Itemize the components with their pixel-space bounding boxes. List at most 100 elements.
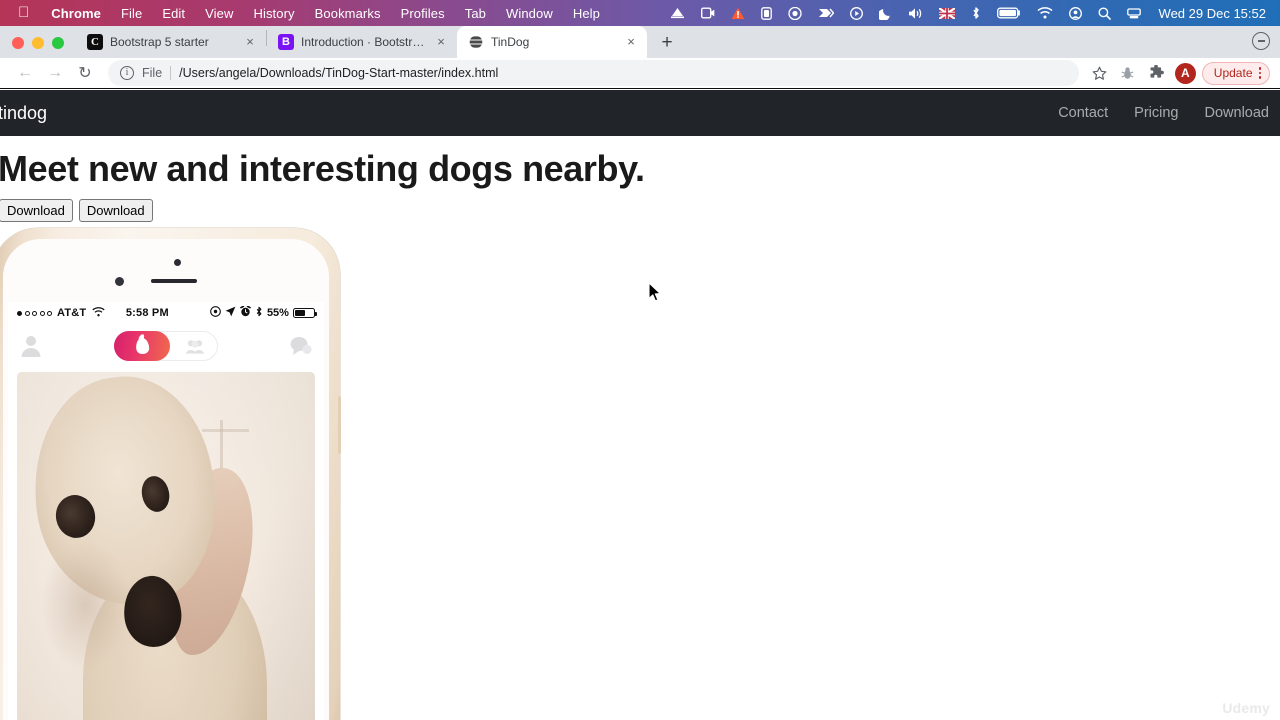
browser-tab-tindog[interactable]: TinDog × xyxy=(457,26,647,58)
menu-bar-clock[interactable]: Wed 29 Dec 15:52 xyxy=(1149,6,1270,21)
do-not-disturb-moon-icon[interactable] xyxy=(871,0,900,26)
bookmark-star-icon[interactable] xyxy=(1087,60,1113,86)
menu-bar-left:  Chrome File Edit View History Bookmark… xyxy=(10,5,610,21)
battery-widget-icon[interactable] xyxy=(753,0,780,26)
browser-tab-bootstrap-intro[interactable]: B Introduction · Bootstrap v5.1 × xyxy=(267,26,457,58)
ios-wifi-icon xyxy=(92,306,105,320)
menu-item-file[interactable]: File xyxy=(111,6,152,21)
control-center-icon[interactable] xyxy=(1061,0,1090,26)
collapse-icon[interactable] xyxy=(1252,32,1270,50)
site-nav-links: Contact Pricing Download xyxy=(1045,105,1274,121)
menu-item-help[interactable]: Help xyxy=(563,6,610,21)
tab-close-icon[interactable]: × xyxy=(623,34,639,50)
flame-icon[interactable] xyxy=(114,331,170,362)
photo-vignette xyxy=(17,372,315,720)
site-navbar: tindog Contact Pricing Download xyxy=(0,90,1280,136)
tab-title: Introduction · Bootstrap v5.1 xyxy=(301,35,426,49)
ios-bluetooth-icon xyxy=(255,306,263,320)
tinder-app-bar xyxy=(8,324,324,369)
bluetooth-icon[interactable] xyxy=(963,0,989,26)
window-close-button[interactable] xyxy=(12,37,24,49)
tab-close-icon[interactable]: × xyxy=(242,34,258,50)
menu-item-profiles[interactable]: Profiles xyxy=(391,6,455,21)
bootstrap-b-icon: B xyxy=(278,34,294,50)
browser-tab-strip: C Bootstrap 5 starter × B Introduction ·… xyxy=(0,26,1280,58)
address-bar[interactable]: i File /Users/angela/Downloads/TinDog-St… xyxy=(108,60,1079,86)
screen-record-icon[interactable] xyxy=(693,0,723,26)
carrier-label: AT&T xyxy=(57,307,87,320)
web-page-viewport: tindog Contact Pricing Download Meet new… xyxy=(0,90,1280,720)
wifi-icon[interactable] xyxy=(1029,0,1061,26)
phone-power-button xyxy=(338,396,341,455)
window-minimize-button[interactable] xyxy=(32,37,44,49)
download-button-primary[interactable]: Download xyxy=(0,199,73,223)
hero-button-row: Download Download xyxy=(0,199,1280,223)
menu-item-bookmarks[interactable]: Bookmarks xyxy=(305,6,391,21)
browser-tab-bootstrap-starter[interactable]: C Bootstrap 5 starter × xyxy=(76,26,266,58)
screenshot-root:  Chrome File Edit View History Bookmark… xyxy=(0,0,1280,720)
globe-icon xyxy=(468,34,484,50)
back-button[interactable]: ← xyxy=(10,59,40,87)
puzzle-extension-icon[interactable] xyxy=(1143,60,1169,86)
menu-item-edit[interactable]: Edit xyxy=(152,6,195,21)
front-camera-icon xyxy=(174,259,181,267)
menu-item-window[interactable]: Window xyxy=(496,6,563,21)
play-circle-icon[interactable] xyxy=(842,0,871,26)
browser-toolbar: ← → ↻ i File /Users/angela/Downloads/Tin… xyxy=(0,58,1280,89)
tab-close-icon[interactable]: × xyxy=(433,34,449,50)
tinder-mode-toggle[interactable] xyxy=(114,331,218,362)
forward-button[interactable]: → xyxy=(40,59,70,87)
menu-item-tab[interactable]: Tab xyxy=(455,6,496,21)
phone-body: AT&T 5:58 PM 55% xyxy=(0,228,341,720)
dog-profile-card[interactable] xyxy=(17,372,315,720)
keyboard-flag-icon[interactable] xyxy=(931,0,963,26)
people-icon[interactable] xyxy=(185,339,205,358)
ios-lock-rotation-icon xyxy=(210,306,221,320)
volume-icon[interactable] xyxy=(900,0,931,26)
battery-icon[interactable] xyxy=(989,0,1029,26)
alert-icon[interactable] xyxy=(723,0,753,26)
menu-item-history[interactable]: History xyxy=(243,6,304,21)
bootstrap-c-icon: C xyxy=(87,34,103,50)
ios-battery-icon xyxy=(292,308,318,319)
person-icon[interactable] xyxy=(20,334,42,358)
tabstrip-right-controls xyxy=(1252,32,1280,58)
ios-status-bar: AT&T 5:58 PM 55% xyxy=(8,302,324,324)
siri-icon[interactable] xyxy=(1119,0,1149,26)
signal-strength-icon xyxy=(17,310,52,316)
nav-link-download[interactable]: Download xyxy=(1192,105,1275,121)
chat-bubble-icon[interactable] xyxy=(290,336,312,360)
menu-item-view[interactable]: View xyxy=(195,6,243,21)
phone-display: AT&T 5:58 PM 55% xyxy=(8,302,324,720)
screenshot-icon[interactable] xyxy=(662,0,693,26)
headphones-icon[interactable] xyxy=(780,0,810,26)
nav-link-contact[interactable]: Contact xyxy=(1045,105,1121,121)
window-maximize-button[interactable] xyxy=(52,37,64,49)
address-bar-url: /Users/angela/Downloads/TinDog-Start-mas… xyxy=(179,66,499,80)
apple-logo-icon[interactable]:  xyxy=(10,5,41,20)
chrome-menu-icon[interactable] xyxy=(1258,67,1261,79)
url-scheme-label: File xyxy=(142,66,163,80)
site-brand-tindog[interactable]: tindog xyxy=(0,103,47,124)
ios-clock: 5:58 PM xyxy=(125,307,169,320)
macos-menu-bar:  Chrome File Edit View History Bookmark… xyxy=(0,0,1280,26)
udemy-watermark: Udemy xyxy=(1222,700,1270,716)
menu-item-chrome[interactable]: Chrome xyxy=(41,6,111,21)
reload-button[interactable]: ↻ xyxy=(70,59,100,87)
nav-link-pricing[interactable]: Pricing xyxy=(1121,105,1191,121)
profile-avatar[interactable]: A xyxy=(1174,62,1196,84)
mouse-cursor xyxy=(648,282,664,309)
window-traffic-lights xyxy=(0,37,76,58)
site-info-icon[interactable]: i xyxy=(120,66,134,80)
update-button[interactable]: Update xyxy=(1201,61,1270,85)
bug-extension-icon[interactable] xyxy=(1115,60,1141,86)
swipe-card-area xyxy=(8,368,324,720)
shuttle-icon[interactable] xyxy=(810,0,842,26)
spotlight-search-icon[interactable] xyxy=(1090,0,1119,26)
new-tab-button[interactable]: + xyxy=(653,28,681,56)
battery-percent-label: 55% xyxy=(266,307,289,320)
update-label: Update xyxy=(1213,66,1253,80)
menu-bar-status-icons: Wed 29 Dec 15:52 xyxy=(662,0,1270,26)
iphone-tinder-mockup: AT&T 5:58 PM 55% xyxy=(0,228,341,720)
download-button-secondary[interactable]: Download xyxy=(78,199,153,223)
